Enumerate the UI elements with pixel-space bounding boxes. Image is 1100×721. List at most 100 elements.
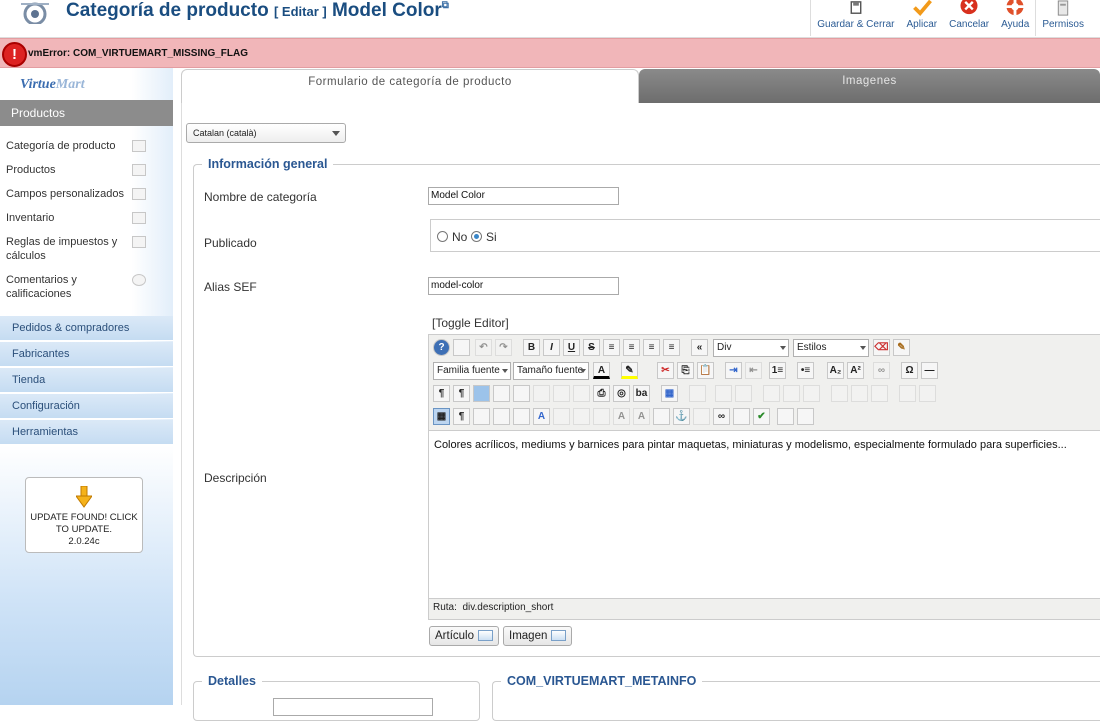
superscript-button[interactable]: A²: [847, 362, 864, 379]
cite-icon[interactable]: [553, 408, 570, 425]
style-props-icon[interactable]: A: [533, 408, 550, 425]
published-no-radio[interactable]: [437, 231, 448, 242]
abbr-icon[interactable]: [573, 408, 590, 425]
spellcheck-icon[interactable]: ✔: [753, 408, 770, 425]
unlink-icon[interactable]: ∞: [713, 408, 730, 425]
save-close-button[interactable]: Guardar & Cerrar: [811, 0, 900, 36]
template-icon[interactable]: [533, 385, 550, 402]
insert-row-after-icon[interactable]: [783, 385, 800, 402]
help-icon[interactable]: ?: [433, 339, 450, 356]
permissions-button[interactable]: Permisos: [1036, 0, 1100, 36]
strikethrough-button[interactable]: S: [583, 339, 600, 356]
del-icon[interactable]: A: [613, 408, 630, 425]
insert-col-before-icon[interactable]: [831, 385, 848, 402]
table-insert-icon[interactable]: ▦: [661, 385, 678, 402]
font-family-select[interactable]: Familia fuente: [433, 362, 511, 380]
insert-layer-icon[interactable]: [473, 408, 490, 425]
attributes-icon[interactable]: [653, 408, 670, 425]
numbered-list-icon[interactable]: 1≡: [769, 362, 786, 379]
align-right-icon[interactable]: ≡: [663, 339, 680, 356]
sidebar-item-reviews[interactable]: Comentarios y calificaciones: [6, 273, 106, 301]
sidebar-section-tools[interactable]: Herramientas: [0, 420, 173, 445]
bold-button[interactable]: B: [523, 339, 540, 356]
absolute-icon[interactable]: [513, 408, 530, 425]
apply-button[interactable]: Aplicar: [901, 0, 944, 36]
cleanup-broom-icon[interactable]: ✎: [893, 339, 910, 356]
italic-button[interactable]: I: [543, 339, 560, 356]
edit-css-icon[interactable]: [553, 385, 570, 402]
sef-alias-input[interactable]: model-color: [428, 277, 619, 295]
underline-button[interactable]: U: [563, 339, 580, 356]
print-icon[interactable]: ⎙: [593, 385, 610, 402]
sidebar-item-products[interactable]: Productos: [6, 163, 126, 177]
virtuemart-logo[interactable]: VirtueMart: [20, 77, 92, 97]
row-props-icon[interactable]: [715, 385, 732, 402]
justify-full-icon[interactable]: ≡: [603, 339, 620, 356]
sidebar-item-product-category[interactable]: Categoría de producto: [6, 139, 126, 153]
undo-icon[interactable]: ↶: [475, 339, 492, 356]
fullscreen-icon[interactable]: [473, 385, 490, 402]
split-cells-icon[interactable]: [899, 385, 916, 402]
insert-row-before-icon[interactable]: [763, 385, 780, 402]
text-color-icon[interactable]: A: [593, 362, 610, 379]
pagebreak-icon[interactable]: [777, 408, 794, 425]
cut-icon[interactable]: ✂: [657, 362, 674, 379]
outdent-icon[interactable]: ⇤: [745, 362, 762, 379]
format-select[interactable]: Div: [713, 339, 789, 357]
preview-icon[interactable]: [493, 385, 510, 402]
copy-icon[interactable]: ⎘: [677, 362, 694, 379]
horizontal-rule-icon[interactable]: —: [921, 362, 938, 379]
special-char-button[interactable]: Ω: [901, 362, 918, 379]
ins-icon[interactable]: A: [633, 408, 650, 425]
details-input[interactable]: [273, 698, 433, 716]
delete-col-icon[interactable]: [871, 385, 888, 402]
blockquote-icon[interactable]: «: [691, 339, 708, 356]
font-size-select[interactable]: Tamaño fuente: [513, 362, 589, 380]
sidebar-section-shop[interactable]: Tienda: [0, 368, 173, 393]
anchor-icon[interactable]: ⚓: [673, 408, 690, 425]
new-document-icon[interactable]: [453, 339, 470, 356]
sidebar-item-tax-rules[interactable]: Reglas de impuestos y cálculos: [6, 235, 124, 263]
merge-cells-icon[interactable]: [919, 385, 936, 402]
rtl-icon[interactable]: ¶: [453, 385, 470, 402]
bullet-list-icon[interactable]: •≡: [797, 362, 814, 379]
update-notice[interactable]: UPDATE FOUND! CLICK TO UPDATE. 2.0.24c: [25, 477, 143, 553]
cell-props-icon[interactable]: [735, 385, 752, 402]
toggle-editor-link[interactable]: [Toggle Editor]: [432, 316, 509, 330]
styles-select[interactable]: Estilos: [793, 339, 869, 357]
help-button[interactable]: Ayuda: [995, 0, 1035, 36]
align-left-icon[interactable]: ≡: [643, 339, 660, 356]
delete-row-icon[interactable]: [803, 385, 820, 402]
article-button[interactable]: Artículo: [429, 626, 499, 646]
source-code-icon[interactable]: [513, 385, 530, 402]
sidebar-section-products[interactable]: Productos: [0, 100, 173, 126]
sidebar-item-custom-fields[interactable]: Campos personalizados: [6, 187, 132, 201]
sidebar-item-inventory[interactable]: Inventario: [6, 211, 126, 225]
description-editor-area[interactable]: Colores acrílicos, mediums y barnices pa…: [429, 430, 1100, 599]
align-center-icon[interactable]: ≡: [623, 339, 640, 356]
insert-image-icon[interactable]: [733, 408, 750, 425]
tab-category-form[interactable]: Formulario de categoría de producto: [181, 69, 639, 103]
category-name-input[interactable]: Model Color: [428, 187, 619, 205]
blank-doc-icon[interactable]: [573, 385, 590, 402]
sidebar-section-orders[interactable]: Pedidos & compradores: [0, 316, 173, 341]
show-blocks-button[interactable]: ¶: [453, 408, 470, 425]
ltr-icon[interactable]: ¶: [433, 385, 450, 402]
eraser-icon[interactable]: ⌫: [873, 339, 890, 356]
paste-icon[interactable]: 📋: [697, 362, 714, 379]
sidebar-section-configuration[interactable]: Configuración: [0, 394, 173, 419]
move-forward-icon[interactable]: [493, 408, 510, 425]
nonbreaking-icon[interactable]: [693, 408, 710, 425]
subscript-button[interactable]: A₂: [827, 362, 844, 379]
redo-icon[interactable]: ↷: [495, 339, 512, 356]
acronym-icon[interactable]: [593, 408, 610, 425]
insert-col-after-icon[interactable]: [851, 385, 868, 402]
link-icon[interactable]: ∞: [873, 362, 890, 379]
find-binoculars-icon[interactable]: ◎: [613, 385, 630, 402]
table-props-icon[interactable]: [689, 385, 706, 402]
cancel-button[interactable]: Cancelar: [943, 0, 995, 36]
visual-aid-icon[interactable]: ▦: [433, 408, 450, 425]
published-yes-radio[interactable]: [471, 231, 482, 242]
external-link-icon[interactable]: ⧉: [442, 0, 449, 11]
readmore-icon[interactable]: [797, 408, 814, 425]
